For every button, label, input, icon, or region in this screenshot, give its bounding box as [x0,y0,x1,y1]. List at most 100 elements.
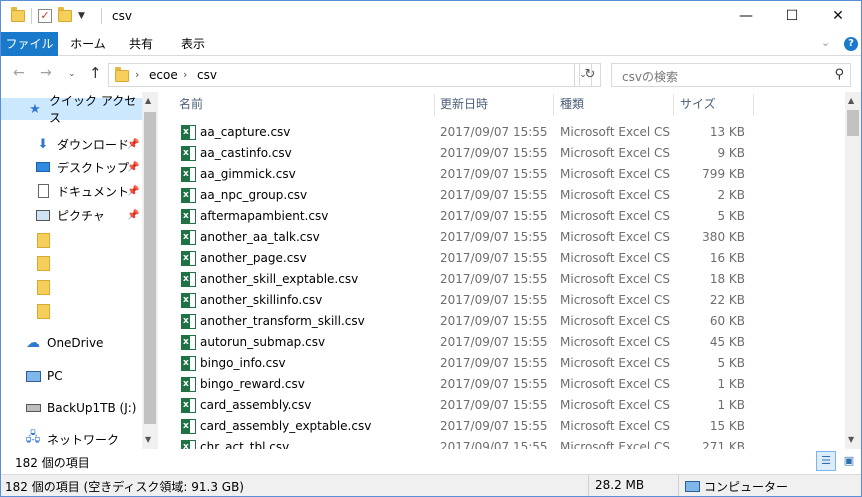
pin-icon[interactable]: 📌 [127,210,139,221]
sidebar-item-downloads[interactable]: ⬇ ダウンロード 📌 [1,133,142,155]
table-row[interactable]: aa_npc_group.csv 2017/09/07 15:55 Microsof… [158,185,845,206]
search-icon[interactable]: ⚲ [834,67,844,82]
window-title: csv [112,9,132,23]
file-name[interactable]: another_page.csv [200,248,307,269]
file-name[interactable]: aa_capture.csv [200,122,290,143]
file-name[interactable]: autorun_submap.csv [200,332,325,353]
table-row[interactable]: card_assembly_exptable.csv 2017/09/07 15:… [158,416,845,437]
scroll-down-icon[interactable]: ▼ [145,435,151,444]
file-date: 2017/09/07 15:55 [440,167,548,181]
file-name[interactable]: bingo_info.csv [200,353,286,374]
column-separator[interactable] [553,94,554,116]
excel-csv-file-icon [181,353,196,374]
scroll-up-icon[interactable]: ▲ [848,96,854,105]
scroll-down-icon[interactable]: ▼ [848,435,854,444]
sidebar-item-network[interactable]: 🖧 ネットワーク [1,428,142,449]
table-row[interactable]: another_transform_skill.csv 2017/09/07 15… [158,311,845,332]
table-row[interactable]: another_skillinfo.csv 2017/09/07 15:55 Mic… [158,290,845,311]
sidebar-item-quick-access[interactable]: ★ クイック アクセス [1,94,142,125]
table-row[interactable]: card_assembly.csv 2017/09/07 15:55 Microso… [158,395,845,416]
scrollbar-thumb[interactable] [144,112,156,424]
file-name[interactable]: another_transform_skill.csv [200,311,365,332]
refresh-icon[interactable]: ↻ [579,63,601,87]
breadcrumb-ecoe[interactable]: ecoe [149,68,178,82]
search-input[interactable]: csvの検索 [622,68,678,85]
column-header-size[interactable]: サイズ [680,92,716,117]
file-name[interactable]: aftermapambient.csv [200,206,328,227]
column-header-name[interactable]: 名前 [179,92,203,117]
close-button[interactable]: ✕ [815,1,861,32]
table-row[interactable]: another_skill_exptable.csv 2017/09/07 15:… [158,269,845,290]
file-name[interactable]: aa_npc_group.csv [200,185,307,206]
column-separator[interactable] [673,94,674,116]
file-name[interactable]: aa_gimmick.csv [200,164,296,185]
column-separator[interactable] [434,94,435,116]
ribbon: ファイル ホーム 共有 表示 ⌄ ? [1,32,861,56]
sidebar-item-desktop[interactable]: デスクトップ 📌 [1,156,142,178]
scroll-up-icon[interactable]: ▲ [145,96,151,105]
pc-icon [25,368,41,384]
up-arrow-icon[interactable]: ↑ [89,64,102,82]
pin-icon[interactable]: 📌 [127,162,139,173]
folder-icon [35,279,51,295]
scrollbar-thumb[interactable] [847,110,859,136]
table-row[interactable]: aftermapambient.csv 2017/09/07 15:55 Micro… [158,206,845,227]
address-bar[interactable]: › ecoe › csv [108,63,575,87]
pin-icon[interactable]: 📌 [127,186,139,197]
column-separator[interactable] [753,94,754,116]
sidebar-item-folder[interactable] [1,252,142,274]
file-name[interactable]: another_skillinfo.csv [200,290,322,311]
forward-arrow-icon[interactable]: → [40,65,52,81]
tab-file[interactable]: ファイル [1,32,58,56]
file-list-scrollbar[interactable]: ▲ ▼ [845,92,861,449]
file-name[interactable]: chr_act_tbl.csv [200,437,289,449]
help-icon[interactable]: ? [844,37,858,51]
tab-share[interactable]: 共有 [119,32,163,56]
customize-toolbar-icon[interactable]: ▼ [78,11,85,21]
sidebar-item-pictures[interactable]: ピクチャ 📌 [1,204,142,226]
pin-icon[interactable]: 📌 [127,139,139,150]
tab-view[interactable]: 表示 [171,32,215,56]
breadcrumb-csv[interactable]: csv [197,68,217,82]
sidebar-item-pc[interactable]: PC [1,365,142,387]
minimize-button[interactable]: — [723,1,769,32]
file-name[interactable]: aa_castinfo.csv [200,143,292,164]
file-name[interactable]: another_aa_talk.csv [200,227,320,248]
table-row[interactable]: aa_capture.csv 2017/09/07 15:55 Microsoft … [158,122,845,143]
sidebar-item-label: ドキュメント [57,184,130,199]
column-header-date[interactable]: 更新日時 [440,92,488,117]
recent-locations-icon[interactable]: ⌄ [68,69,76,79]
expand-ribbon-icon[interactable]: ⌄ [821,36,830,49]
sidebar-item-folder[interactable] [1,229,142,251]
table-row[interactable]: bingo_reward.csv 2017/09/07 15:55 Microsof… [158,374,845,395]
sidebar-item-backup-drive[interactable]: BackUp1TB (J:) [1,397,142,419]
details-view-icon[interactable]: ☰ [816,451,836,471]
back-arrow-icon[interactable]: ← [13,65,25,81]
file-name[interactable]: card_assembly_exptable.csv [200,416,371,437]
table-row[interactable]: aa_castinfo.csv 2017/09/07 15:55 Microsoft… [158,143,845,164]
table-row[interactable]: bingo_info.csv 2017/09/07 15:55 Microsoft … [158,353,845,374]
sidebar-item-folder[interactable] [1,300,142,322]
table-row[interactable]: autorun_submap.csv 2017/09/07 15:55 Micros… [158,332,845,353]
table-row[interactable]: aa_gimmick.csv 2017/09/07 15:55 Microsoft … [158,164,845,185]
new-folder-icon[interactable] [58,7,72,22]
chevron-right-icon[interactable]: › [135,68,139,81]
sidebar-item-onedrive[interactable]: ☁ OneDrive [1,332,142,354]
table-row[interactable]: another_aa_talk.csv 2017/09/07 15:55 Micro… [158,227,845,248]
large-icons-view-icon[interactable]: ▣ [839,451,859,471]
sidebar-item-documents[interactable]: ドキュメント 📌 [1,180,142,202]
file-name[interactable]: card_assembly.csv [200,395,311,416]
file-name[interactable]: bingo_reward.csv [200,374,305,395]
sidebar-scrollbar[interactable]: ▲ ▼ [142,92,158,449]
tab-home[interactable]: ホーム [63,32,113,56]
column-header-type[interactable]: 種類 [560,92,584,117]
sidebar-item-folder[interactable] [1,276,142,298]
chevron-right-icon[interactable]: › [183,68,187,81]
folder-icon[interactable] [11,7,25,22]
table-row[interactable]: another_page.csv 2017/09/07 15:55 Microsof… [158,248,845,269]
search-box[interactable]: csvの検索 ⚲ [611,63,851,87]
file-name[interactable]: another_skill_exptable.csv [200,269,358,290]
table-row[interactable]: chr_act_tbl.csv 2017/09/07 15:55 Microsoft… [158,437,845,449]
maximize-button[interactable]: ☐ [769,1,815,32]
properties-icon[interactable]: ✓ [38,9,52,23]
